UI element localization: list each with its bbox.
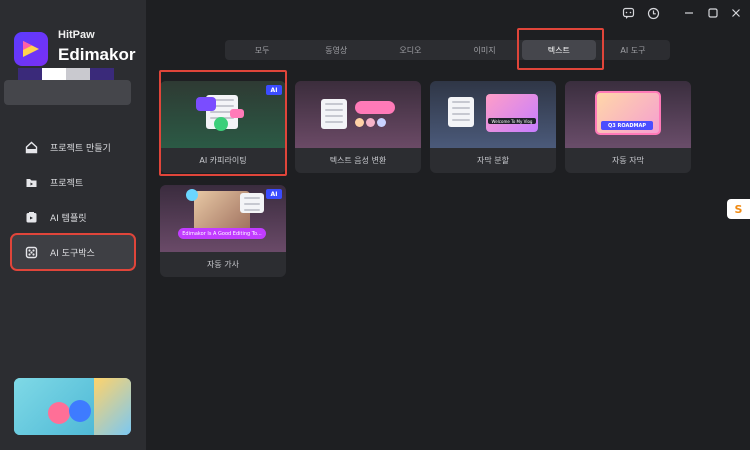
tool-card-auto-lyrics[interactable]: Edimakor Is A Good Editing To... AI 자동 가… [160,185,286,277]
account-banner [18,68,114,80]
sidebar-item-ai-toolbox[interactable]: AI 도구박스 [10,233,136,271]
app-logo [14,32,48,66]
sidebar-item-label: 프로젝트 [50,178,84,189]
maximize-icon[interactable] [706,6,720,20]
sidebar-item-projects[interactable]: 프로젝트 [12,165,134,199]
cursor-icon [69,400,91,422]
sidebar-item-label: 프로젝트 만들기 [50,143,111,154]
minimize-icon[interactable] [682,6,696,20]
folder-icon [24,175,38,189]
subtitle-caption: Welcome To My Vlog [488,118,536,124]
tool-card-auto-subtitle[interactable]: Q3 ROADMAP 자동 자막 [565,81,691,173]
card-thumbnail: Edimakor Is A Good Editing To... AI [160,185,286,252]
side-widget-button[interactable]: S [727,199,750,219]
brand-company: HitPaw [58,29,95,41]
video-preview [486,94,538,132]
template-icon [24,210,38,224]
voice-wave-icon [355,101,395,114]
card-thumbnail: Q3 ROADMAP [565,81,691,148]
card-label: 텍스트 음성 변환 [329,156,387,165]
tab-audio[interactable]: 오디오 [373,40,447,60]
document-icon [321,99,347,129]
card-label: 자막 분할 [477,156,509,165]
sidebar: HitPaw Edimakor 프로젝트 만들기 프로젝트 AI 템플릿 AI … [0,0,146,450]
tool-card-subtitle-split[interactable]: Welcome To My Vlog 자막 분할 [430,81,556,173]
toolbox-icon [24,245,38,259]
subtitle-caption: Q3 ROADMAP [601,121,653,130]
promo-banner[interactable] [14,378,131,435]
card-thumbnail: Welcome To My Vlog [430,81,556,148]
account-panel[interactable] [4,80,131,105]
card-highlight-box [159,70,287,176]
card-thumbnail [295,81,421,148]
sparkle-icon [186,189,198,201]
sidebar-item-label: AI 도구박스 [50,248,95,259]
avatar [377,118,386,127]
history-icon[interactable] [646,6,660,20]
promo-image-right [94,378,131,435]
close-icon[interactable] [729,6,743,20]
card-label: 자동 가사 [207,260,239,269]
document-icon [240,193,264,213]
lyrics-caption: Edimakor Is A Good Editing To... [178,228,266,239]
tab-video[interactable]: 동영상 [299,40,373,60]
document-icon [448,97,474,127]
tab-ai-tools[interactable]: AI 도구 [596,40,670,60]
avatar [366,118,375,127]
sidebar-item-create-project[interactable]: 프로젝트 만들기 [12,130,134,164]
avatar [355,118,364,127]
feedback-icon[interactable] [621,6,635,20]
sidebar-item-label: AI 템플릿 [50,213,87,224]
tab-highlight-box [517,28,604,70]
card-label: 자동 자막 [612,156,644,165]
brand-name: Edimakor [58,45,136,64]
home-icon [24,140,38,154]
heart-icon [48,402,70,424]
tab-all[interactable]: 모두 [225,40,299,60]
tool-card-text-to-speech[interactable]: 텍스트 음성 변환 [295,81,421,173]
ai-badge: AI [266,189,282,199]
sidebar-nav: 프로젝트 만들기 프로젝트 AI 템플릿 AI 도구박스 [10,130,136,271]
sidebar-item-ai-templates[interactable]: AI 템플릿 [12,200,134,234]
tab-image[interactable]: 이미지 [448,40,522,60]
